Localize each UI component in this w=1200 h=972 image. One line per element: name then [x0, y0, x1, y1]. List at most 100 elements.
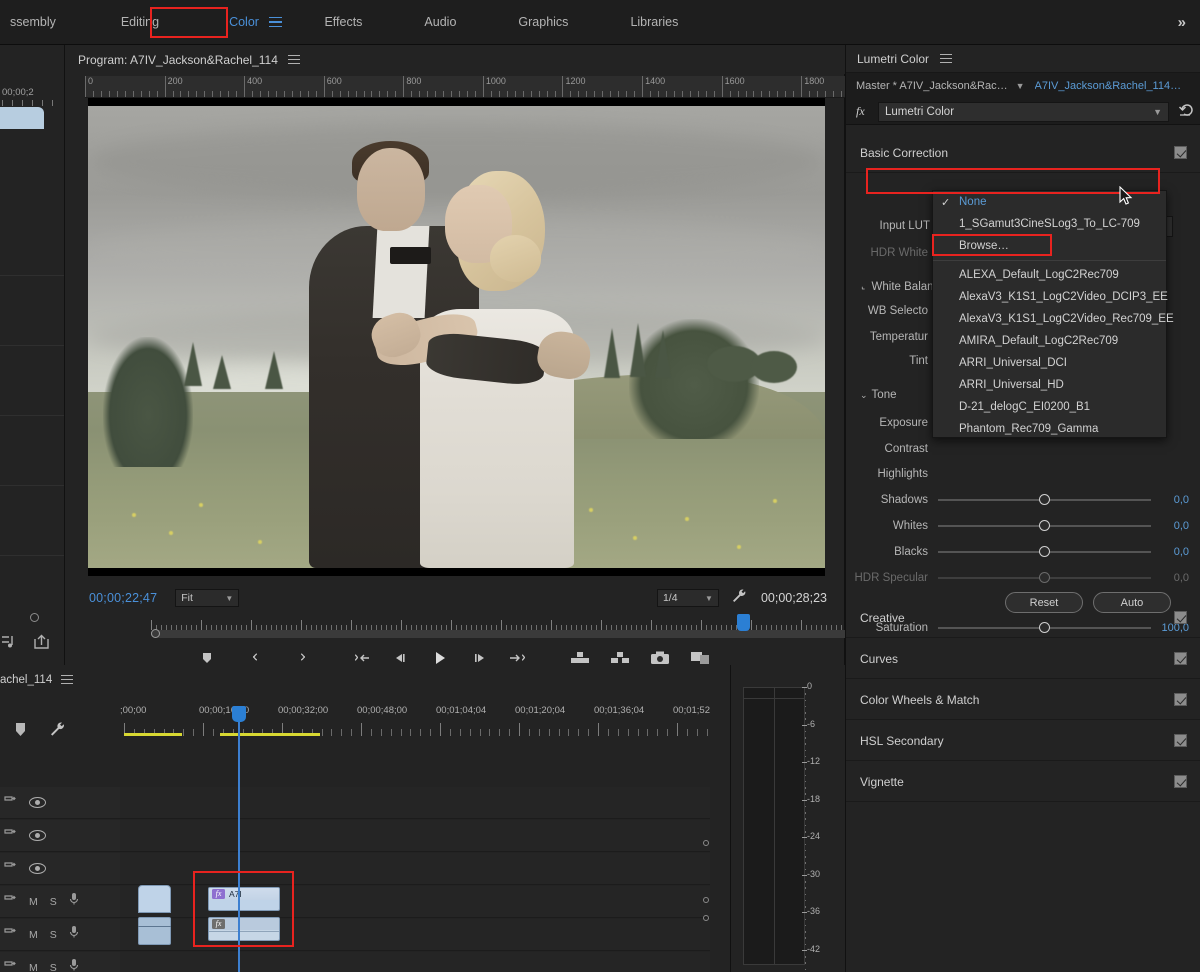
track-visibility-eye-icon[interactable]	[29, 797, 46, 808]
workspace-tab-audio[interactable]: Audio	[414, 0, 466, 45]
timeline-track-header-1[interactable]	[0, 787, 120, 819]
lut-option-7[interactable]: ARRI_Universal_DCI	[933, 352, 1166, 374]
ruler-minor-tick	[228, 91, 230, 97]
blacks-value[interactable]: 0,0	[1159, 546, 1200, 558]
program-current-timecode[interactable]: 00;00;22;47	[89, 591, 157, 605]
track-solo-button[interactable]: S	[50, 896, 57, 908]
lut-option-1[interactable]: 1_SGamut3CineSLog3_To_LC-709	[933, 213, 1166, 235]
lut-option-2[interactable]: Browse…	[933, 235, 1166, 257]
track-solo-button[interactable]: S	[50, 929, 57, 941]
sync-lock-icon[interactable]	[4, 794, 17, 812]
workspace-menu-icon[interactable]	[269, 16, 283, 28]
left-edge-clip[interactable]	[0, 107, 44, 129]
workspace-tab-editing[interactable]: Editing	[111, 0, 169, 45]
blacks-slider[interactable]	[938, 546, 1151, 558]
section-enable-checkbox[interactable]	[1174, 775, 1187, 788]
section-curves[interactable]: Curves	[846, 639, 1200, 679]
track-mute-button[interactable]: M	[29, 929, 38, 941]
section-creative[interactable]: Creative	[846, 598, 1200, 638]
section-color-wheels-match[interactable]: Color Wheels & Match	[846, 680, 1200, 720]
hdr-white-label: HDR White	[870, 247, 928, 259]
track-mute-button[interactable]: M	[29, 896, 38, 908]
whites-value[interactable]: 0,0	[1159, 520, 1200, 532]
program-duration-timecode[interactable]: 00;00;28;23	[761, 591, 827, 605]
timeline-track-header-4[interactable]: MS	[0, 886, 120, 918]
sync-lock-icon[interactable]	[4, 860, 17, 878]
sync-lock-icon[interactable]	[4, 827, 17, 845]
section-vignette[interactable]: Vignette	[846, 762, 1200, 802]
timeline-track-header-2[interactable]	[0, 820, 120, 852]
timeline-track-lane-3[interactable]	[120, 853, 710, 885]
section-enable-checkbox[interactable]	[1174, 652, 1187, 665]
workspace-tab-libraries[interactable]: Libraries	[620, 0, 688, 45]
timeline-track-lane-1[interactable]	[120, 787, 710, 819]
track-mic-icon[interactable]	[69, 958, 79, 972]
lut-option-9[interactable]: D-21_delogC_EI0200_B1	[933, 396, 1166, 418]
program-menu-icon[interactable]	[287, 54, 300, 65]
input-lut-dropdown-list[interactable]: ✓ None 1_SGamut3CineSLog3_To_LC-709 Browse……	[932, 190, 1174, 440]
lut-option-10[interactable]: Phantom_Rec709_Gamma	[933, 418, 1166, 440]
track-mute-button[interactable]: M	[29, 962, 38, 972]
whites-slider[interactable]	[938, 520, 1151, 532]
track-visibility-eye-icon[interactable]	[29, 830, 46, 841]
lut-option-6[interactable]: AMIRA_Default_LogC2Rec709	[933, 330, 1166, 352]
lut-option-3[interactable]: ALEXA_Default_LogC2Rec709	[933, 264, 1166, 286]
section-hsl-secondary[interactable]: HSL Secondary	[846, 721, 1200, 761]
export-icon[interactable]	[32, 633, 52, 651]
section-enable-checkbox[interactable]	[1174, 693, 1187, 706]
timeline-track-lane-2[interactable]	[120, 820, 710, 852]
workspace-tab-effects[interactable]: Effects	[314, 0, 372, 45]
audio-meter-cap	[743, 687, 805, 699]
sync-lock-icon[interactable]	[4, 926, 17, 944]
sync-lock-icon[interactable]	[4, 959, 17, 972]
master-label[interactable]: Master * A7IV_Jackson&Rac…	[856, 80, 1008, 92]
timeline-minor-tick	[370, 729, 372, 736]
lut-option-5[interactable]: AlexaV3_K1S1_LogC2Video_Rec709_EE	[933, 308, 1174, 330]
timeline-minor-tick	[607, 729, 609, 736]
effect-select[interactable]: Lumetri Color ▼	[878, 101, 1169, 122]
workspace-overflow-icon[interactable]: »	[1178, 14, 1200, 31]
playback-resolution-select[interactable]: 1/4 ▼	[656, 589, 719, 607]
timeline-menu-icon[interactable]	[61, 675, 74, 685]
workspace-tab-graphics[interactable]: Graphics	[508, 0, 578, 45]
shadows-value[interactable]: 0,0	[1159, 494, 1200, 506]
track-visibility-eye-icon[interactable]	[29, 863, 46, 874]
program-scrollbar[interactable]	[151, 629, 891, 638]
section-enable-checkbox[interactable]	[1174, 611, 1187, 624]
audio-note-icon[interactable]	[0, 633, 20, 651]
section-enable-checkbox[interactable]	[1174, 146, 1187, 159]
timeline-clip-v2[interactable]: fx	[208, 917, 280, 941]
timeline-track-header-5[interactable]: MS	[0, 919, 120, 951]
settings-wrench-icon[interactable]	[731, 588, 747, 609]
track-solo-button[interactable]: S	[50, 962, 57, 972]
lut-option-8[interactable]: ARRI_Universal_HD	[933, 374, 1166, 396]
timeline-track-header-3[interactable]	[0, 853, 120, 885]
timeline-playhead[interactable]	[232, 706, 246, 972]
meter-minor-tick	[804, 812, 806, 814]
ruler-minor-tick	[586, 91, 588, 97]
track-mic-icon[interactable]	[69, 892, 79, 911]
active-clip-name[interactable]: A7IV_Jackson&Rachel_114…	[1035, 80, 1180, 92]
timeline-clip-small[interactable]	[138, 885, 171, 913]
lut-option-4[interactable]: AlexaV3_K1S1_LogC2Video_DCIP3_EE	[933, 286, 1168, 308]
timeline-track-header-6[interactable]: MS	[0, 952, 120, 972]
audio-meter-panel: 0 -6 -12 -18 -24 -30 -36 -42	[730, 665, 845, 972]
program-playhead[interactable]	[737, 614, 750, 631]
timeline-ruler[interactable]: ;00;00 00;00;16;00 00;00;32;00 00;00;48;00 0…	[120, 705, 710, 737]
section-enable-checkbox[interactable]	[1174, 734, 1187, 747]
program-monitor-canvas[interactable]	[88, 98, 825, 576]
sync-lock-icon[interactable]	[4, 893, 17, 911]
timeline-track-lane-6[interactable]	[120, 952, 710, 972]
meter-minor-tick	[804, 780, 806, 783]
reset-effect-icon[interactable]	[1178, 101, 1196, 122]
chevron-down-icon[interactable]: ▼	[1016, 81, 1025, 91]
shadows-slider[interactable]	[938, 494, 1151, 506]
lumetri-menu-icon[interactable]	[940, 53, 953, 64]
timeline-clip-v1[interactable]: fx A7I	[208, 887, 280, 911]
workspace-tab-color[interactable]: Color	[219, 0, 292, 45]
track-mic-icon[interactable]	[69, 925, 79, 944]
section-basic-correction[interactable]: Basic Correction	[846, 133, 1200, 173]
timeline-clip-small[interactable]	[138, 917, 171, 945]
workspace-tab-assembly[interactable]: ssembly	[0, 0, 66, 45]
zoom-level-select[interactable]: Fit ▼	[175, 589, 240, 607]
